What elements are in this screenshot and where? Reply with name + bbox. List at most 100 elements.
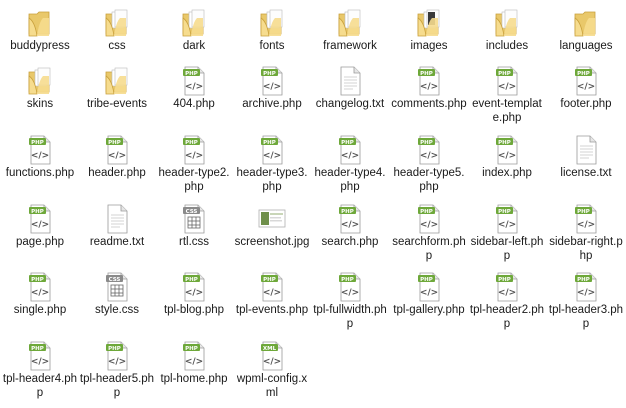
file-item[interactable]: PHP </> 404.php — [156, 60, 232, 126]
file-item[interactable]: CSS rtl.css — [156, 198, 232, 264]
file-item[interactable]: PHP </> footer.php — [548, 60, 624, 126]
svg-text:</>: </> — [420, 82, 438, 92]
file-item[interactable]: PHP </> functions.php — [2, 129, 78, 195]
file-item[interactable]: PHP </> sidebar-left.php — [469, 198, 545, 264]
file-name-label: fonts — [259, 40, 285, 52]
php-file-icon: PHP </> — [572, 66, 600, 96]
svg-text:PHP: PHP — [31, 277, 44, 283]
svg-text:</>: </> — [185, 151, 203, 161]
file-item[interactable]: CSS style.css — [79, 266, 155, 332]
css-file-icon: CSS — [103, 272, 131, 302]
file-item[interactable]: css — [79, 2, 155, 68]
file-name-label: style.css — [94, 304, 140, 316]
php-file-icon: PHP </> — [572, 272, 600, 302]
svg-text:PHP: PHP — [31, 140, 44, 146]
file-item[interactable]: PHP </> tpl-header2.php — [469, 266, 545, 332]
file-item[interactable]: XML </> wpml-config.xml — [234, 335, 310, 401]
file-name-label: rtl.css — [178, 236, 210, 248]
svg-text:PHP: PHP — [420, 277, 433, 283]
file-name-label: header-type2.php — [158, 167, 230, 193]
file-name-label: tpl-header3.php — [548, 304, 624, 330]
file-item[interactable]: fonts — [234, 2, 310, 68]
file-item[interactable]: screenshot.jpg — [234, 198, 310, 264]
file-item[interactable]: images — [391, 2, 467, 68]
svg-text:PHP: PHP — [185, 346, 198, 352]
file-item[interactable]: PHP </> single.php — [2, 266, 78, 332]
file-item[interactable]: PHP </> search.php — [312, 198, 388, 264]
file-item[interactable]: PHP </> tpl-fullwidth.php — [312, 266, 388, 332]
svg-text:</>: </> — [263, 357, 281, 367]
svg-text:PHP: PHP — [341, 209, 354, 215]
file-item[interactable]: readme.txt — [79, 198, 155, 264]
svg-text:PHP: PHP — [263, 71, 276, 77]
php-file-icon: PHP </> — [180, 272, 208, 302]
file-item[interactable]: PHP </> event-template.php — [469, 60, 545, 126]
file-item[interactable]: languages — [548, 2, 624, 68]
file-item[interactable]: tribe-events — [79, 60, 155, 126]
svg-text:</>: </> — [341, 151, 359, 161]
file-item[interactable]: license.txt — [548, 129, 624, 195]
image-file-icon — [258, 204, 286, 234]
file-item[interactable]: PHP </> page.php — [2, 198, 78, 264]
file-item[interactable]: framework — [312, 2, 388, 68]
svg-text:</>: </> — [420, 220, 438, 230]
file-item[interactable]: PHP </> tpl-header5.php — [79, 335, 155, 401]
file-item[interactable]: PHP </> tpl-header3.php — [548, 266, 624, 332]
file-item[interactable]: PHP </> tpl-home.php — [156, 335, 232, 401]
file-name-label: screenshot.jpg — [234, 236, 310, 248]
svg-text:PHP: PHP — [185, 277, 198, 283]
file-item[interactable]: PHP </> comments.php — [391, 60, 467, 126]
file-item[interactable]: PHP </> tpl-header4.php — [2, 335, 78, 401]
file-name-label: single.php — [13, 304, 67, 316]
file-name-label: searchform.php — [392, 236, 466, 262]
php-file-icon: PHP </> — [26, 341, 54, 371]
svg-text:</>: </> — [263, 151, 281, 161]
php-file-icon: PHP </> — [493, 204, 521, 234]
file-name-label: tpl-header4.php — [2, 373, 78, 399]
file-item[interactable]: changelog.txt — [312, 60, 388, 126]
php-file-icon: PHP </> — [26, 204, 54, 234]
svg-text:</>: </> — [31, 288, 49, 298]
php-file-icon: PHP </> — [26, 135, 54, 165]
svg-text:PHP: PHP — [577, 71, 590, 77]
file-item[interactable]: PHP </> searchform.php — [391, 198, 467, 264]
folder-icon — [103, 66, 131, 96]
file-item[interactable]: PHP </> sidebar-right.php — [548, 198, 624, 264]
folder-icon — [493, 8, 521, 38]
file-item[interactable]: PHP </> header.php — [79, 129, 155, 195]
file-item[interactable]: dark — [156, 2, 232, 68]
svg-text:</>: </> — [498, 151, 516, 161]
file-item[interactable]: PHP </> header-type5.php — [391, 129, 467, 195]
folder-icon — [572, 8, 600, 38]
file-name-label: css — [108, 40, 126, 52]
php-file-icon: PHP </> — [180, 341, 208, 371]
file-item[interactable]: PHP </> tpl-gallery.php — [391, 266, 467, 332]
file-name-label: index.php — [482, 167, 532, 179]
file-name-label: images — [410, 40, 448, 52]
file-item[interactable]: PHP </> header-type4.php — [312, 129, 388, 195]
file-item[interactable]: skins — [2, 60, 78, 126]
file-item[interactable]: PHP </> tpl-blog.php — [156, 266, 232, 332]
text-file-icon — [572, 135, 600, 165]
file-name-label: framework — [323, 40, 377, 52]
file-name-label: sidebar-left.php — [470, 236, 544, 262]
file-item[interactable]: PHP </> archive.php — [234, 60, 310, 126]
file-name-label: header-type5.php — [393, 167, 465, 193]
svg-text:</>: </> — [263, 82, 281, 92]
svg-text:</>: </> — [108, 357, 126, 367]
svg-text:PHP: PHP — [185, 140, 198, 146]
file-item[interactable]: buddypress — [2, 2, 78, 68]
file-item[interactable]: PHP </> header-type2.php — [156, 129, 232, 195]
svg-text:PHP: PHP — [498, 140, 511, 146]
file-item[interactable]: PHP </> tpl-events.php — [234, 266, 310, 332]
file-item[interactable]: includes — [469, 2, 545, 68]
file-item[interactable]: PHP </> header-type3.php — [234, 129, 310, 195]
file-item[interactable]: PHP </> index.php — [469, 129, 545, 195]
svg-text:PHP: PHP — [185, 71, 198, 77]
file-name-label: license.txt — [560, 167, 612, 179]
file-name-label: tpl-header5.php — [79, 373, 155, 399]
file-name-label: tpl-gallery.php — [393, 304, 465, 316]
folder-icon — [26, 66, 54, 96]
svg-text:PHP: PHP — [263, 277, 276, 283]
file-name-label: header-type4.php — [314, 167, 386, 193]
